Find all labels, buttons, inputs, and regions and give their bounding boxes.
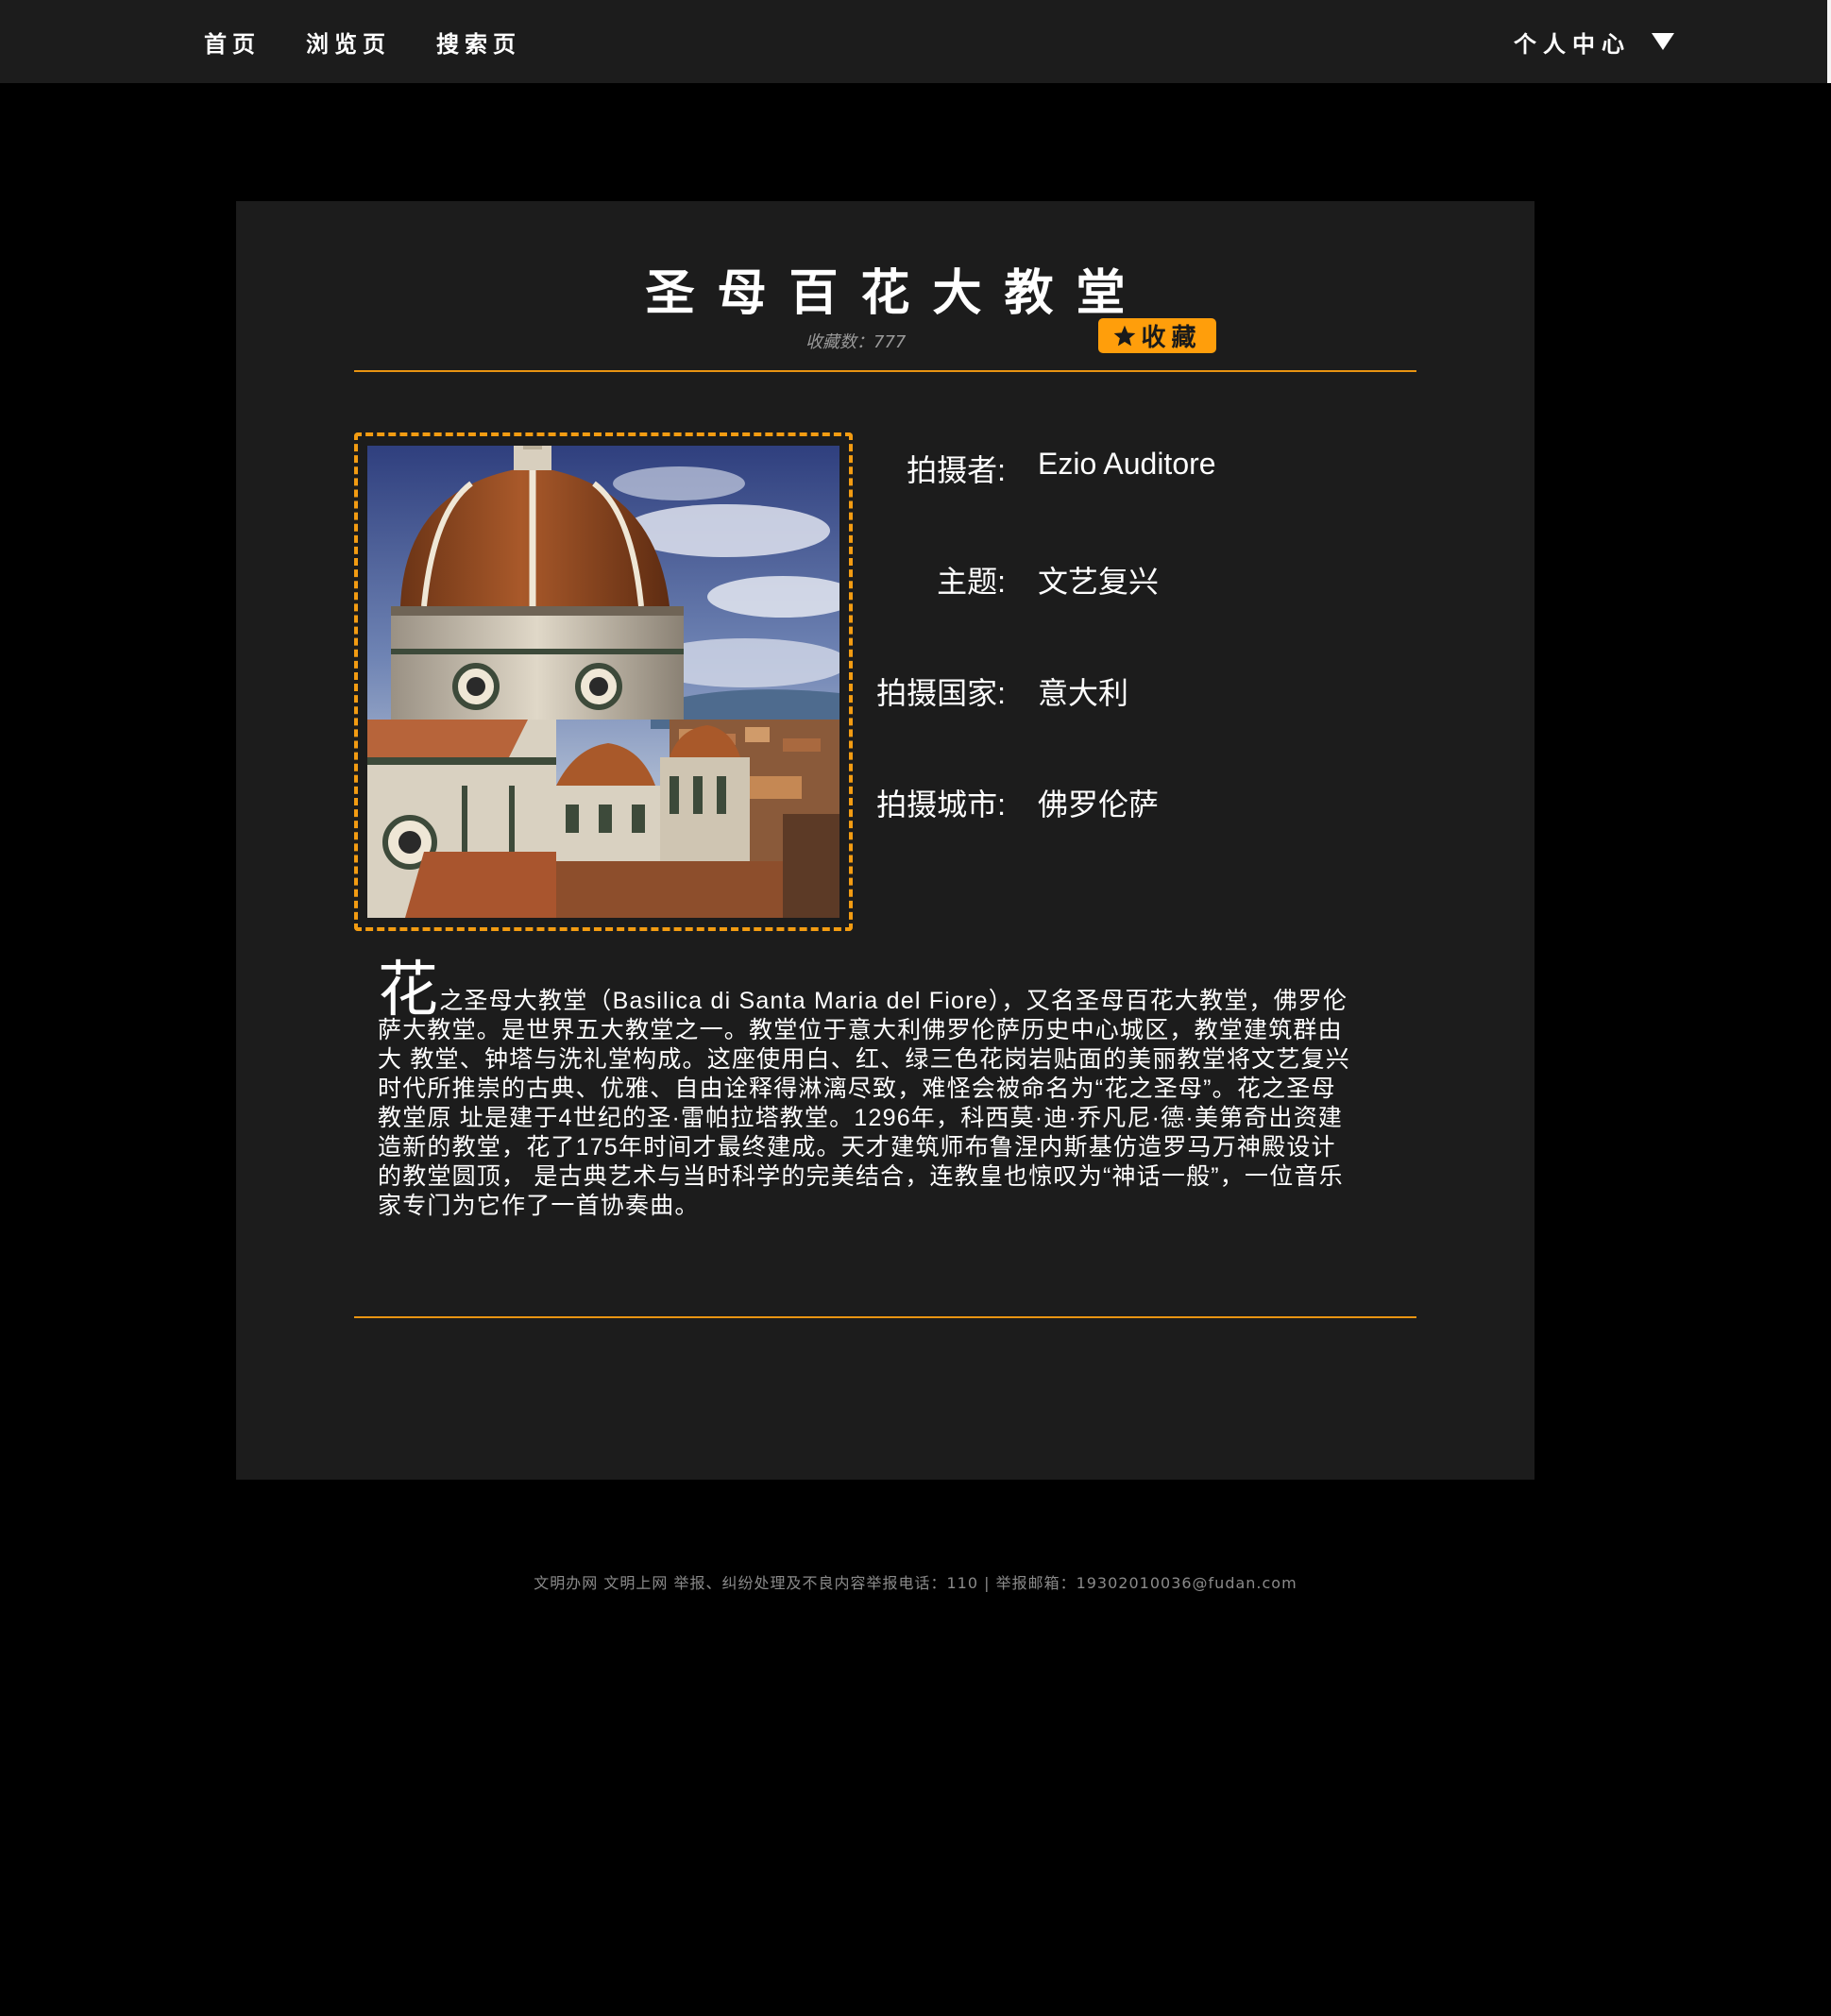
info-label-city: 拍摄城市:: [876, 788, 1006, 822]
description-text: 之圣母大教堂（Basilica di Santa Maria del Fiore…: [378, 988, 1350, 1219]
photo-frame: [354, 432, 853, 931]
chevron-down-icon: [1652, 33, 1674, 50]
user-center-menu[interactable]: 个人中心: [1514, 0, 1674, 83]
info-label-country: 拍摄国家:: [876, 676, 1006, 710]
divider-top: [354, 370, 1416, 372]
photo-description: 花之圣母大教堂（Basilica di Santa Maria del Fior…: [378, 959, 1360, 1221]
page-title: 圣母百花大教堂: [645, 265, 1148, 322]
user-center-label: 个人中心: [1514, 30, 1631, 58]
favorite-count-value: 777: [873, 332, 907, 352]
photo-detail-card: 圣母百花大教堂 收藏数：777 收藏 拍摄者: Ezio Auditore 主题…: [236, 201, 1534, 1480]
divider-bottom: [354, 1316, 1416, 1318]
info-value-photographer: Ezio Auditore: [1038, 447, 1216, 481]
star-icon: [1112, 324, 1137, 348]
info-label-photographer: 拍摄者:: [907, 453, 1006, 487]
scrollbar-edge: [1827, 0, 1831, 83]
info-row-theme: 主题: 文艺复兴: [840, 558, 1407, 599]
nav-link-search[interactable]: 搜索页: [436, 25, 521, 59]
nav-link-home[interactable]: 首页: [204, 25, 261, 59]
info-row-photographer: 拍摄者: Ezio Auditore: [840, 447, 1407, 487]
favorite-count-label: 收藏数：: [805, 332, 873, 352]
favorite-count: 收藏数：777: [805, 329, 906, 353]
info-value-theme: 文艺复兴: [1038, 565, 1160, 599]
nav-links: 首页 浏览页 搜索页: [204, 0, 521, 83]
info-row-city: 拍摄城市: 佛罗伦萨: [840, 781, 1407, 822]
favorite-button[interactable]: 收藏: [1098, 318, 1216, 353]
info-value-country: 意大利: [1038, 676, 1129, 710]
nav-link-browse[interactable]: 浏览页: [306, 25, 391, 59]
info-value-city: 佛罗伦萨: [1038, 788, 1160, 822]
info-row-country: 拍摄国家: 意大利: [840, 669, 1407, 710]
footer-text: 文明办网 文明上网 举报、纠纷处理及不良内容举报电话：110 | 举报邮箱：19…: [534, 1574, 1297, 1592]
cathedral-photo: [367, 446, 839, 918]
description-drop-cap: 花: [378, 956, 440, 1024]
favorite-button-label: 收藏: [1141, 324, 1202, 352]
info-label-theme: 主题:: [937, 565, 1006, 599]
top-navbar: 首页 浏览页 搜索页 个人中心: [0, 0, 1827, 83]
